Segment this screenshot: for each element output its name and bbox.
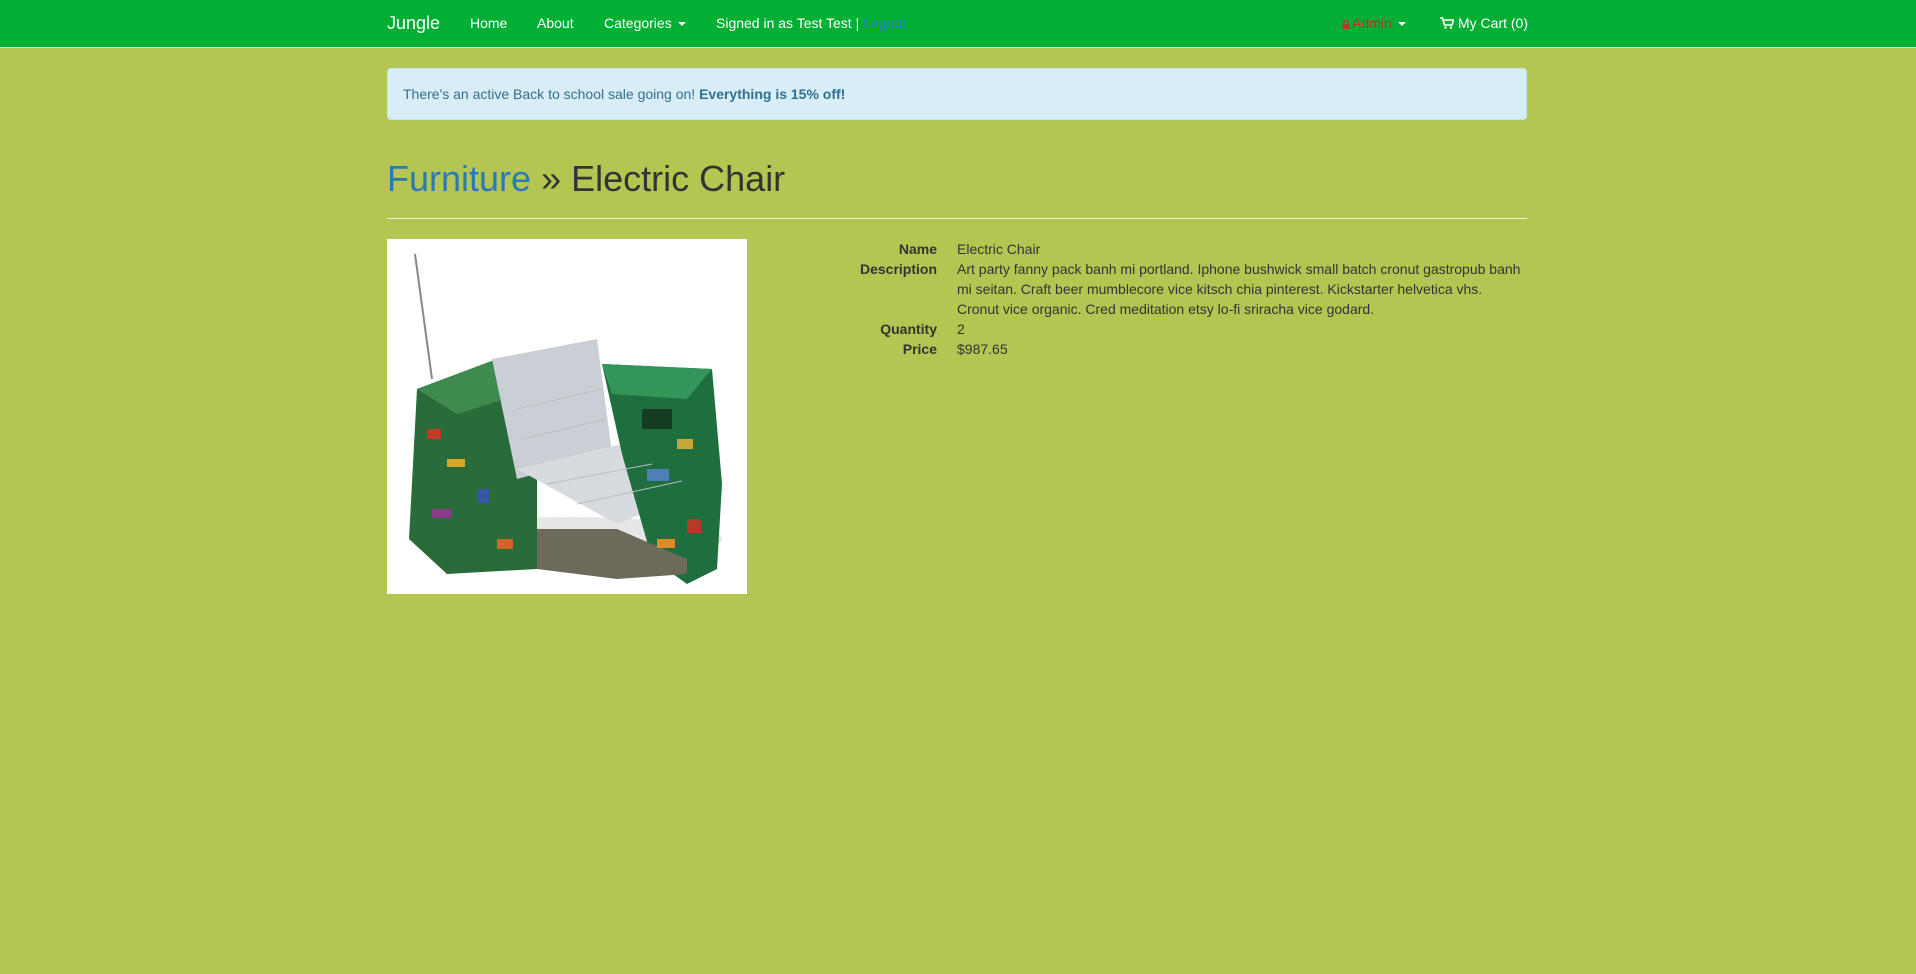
- electric-chair-image: [387, 239, 747, 594]
- quantity-label: Quantity: [880, 321, 937, 337]
- navbar-container: Jungle Home About Categories Signed in a…: [387, 0, 1528, 47]
- my-cart-link[interactable]: My Cart (0): [1440, 15, 1528, 31]
- categories-label: Categories: [604, 15, 672, 31]
- page-title: Furniture » Electric Chair: [387, 156, 1527, 202]
- lock-icon: [1342, 20, 1350, 29]
- page-header: Furniture » Electric Chair: [387, 156, 1527, 219]
- price-value: $987.65: [957, 341, 1008, 357]
- name-value: Electric Chair: [957, 241, 1041, 257]
- admin-label: Admin: [1352, 15, 1392, 31]
- caret-down-icon: [677, 22, 686, 27]
- detail-row-price: Price $987.65: [847, 339, 1527, 359]
- admin-dropdown[interactable]: Admin: [1342, 15, 1406, 31]
- sale-alert-text: There's an active Back to school sale go…: [403, 86, 696, 102]
- shopping-cart-icon: [1440, 17, 1454, 29]
- cart-label: My Cart (0): [1458, 15, 1528, 31]
- product-title: Electric Chair: [571, 158, 786, 199]
- name-label: Name: [898, 241, 937, 257]
- breadcrumb-separator: »: [541, 158, 562, 199]
- logout-link[interactable]: Logout: [863, 15, 906, 31]
- sale-alert: There's an active Back to school sale go…: [387, 68, 1527, 120]
- description-label: Description: [859, 261, 937, 277]
- description-value: Art party fanny pack banh mi portland. I…: [957, 261, 1521, 317]
- signed-in-status: Signed in as Test Test | Logout: [716, 15, 906, 31]
- nav-about-link[interactable]: About: [537, 15, 574, 31]
- detail-row-quantity: Quantity 2: [847, 319, 1527, 339]
- nav-categories-dropdown[interactable]: Categories: [604, 15, 686, 31]
- product-image: [387, 239, 747, 594]
- detail-row-description: Description Art party fanny pack banh mi…: [847, 259, 1527, 319]
- nav-home-link[interactable]: Home: [470, 15, 507, 31]
- product-details: Name Electric Chair Description Art part…: [847, 239, 1527, 359]
- signed-in-text: Signed in as Test Test |: [716, 15, 860, 31]
- sale-alert-emphasis: Everything is 15% off!: [699, 86, 846, 102]
- quantity-value: 2: [957, 321, 965, 337]
- top-navbar: Jungle Home About Categories Signed in a…: [0, 0, 1916, 48]
- price-label: Price: [902, 341, 937, 357]
- brand-link[interactable]: Jungle: [387, 13, 440, 34]
- caret-down-icon: [1397, 22, 1406, 27]
- category-breadcrumb-link[interactable]: Furniture: [387, 158, 531, 199]
- detail-row-name: Name Electric Chair: [847, 239, 1527, 259]
